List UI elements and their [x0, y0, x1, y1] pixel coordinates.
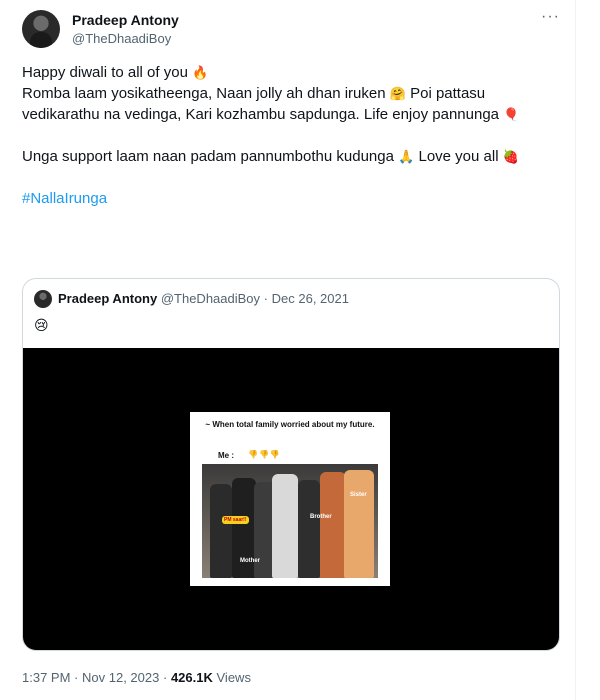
meme-image: ~ When total family worried about my fut…	[190, 412, 390, 586]
quoted-separator: ·	[263, 291, 268, 306]
hugging-face-emoji-icon: 🤗	[389, 86, 406, 101]
meme-scene: PM saar!! Brother Sister Mother	[202, 464, 378, 578]
tweet: Pradeep Antony @TheDhaadiBoy ··· Happy d…	[0, 0, 576, 700]
meme-label-sister: Sister	[350, 492, 367, 498]
meme-label-pm: PM saar!!	[222, 516, 249, 524]
footer-separator: ·	[74, 670, 79, 685]
tweet-text: Happy diwali to all of you 🔥 Romba laam …	[22, 62, 562, 209]
tweet-date[interactable]: Nov 12, 2023	[82, 670, 159, 685]
meme-label-brother: Brother	[310, 514, 332, 520]
balloon-emoji-icon: 🎈	[503, 107, 520, 122]
tweet-footer: 1:37 PM · Nov 12, 2023 · 426.1K Views	[22, 670, 251, 685]
tweet-line-3a: Unga support laam naan padam pannumbothu…	[22, 148, 394, 165]
author-name[interactable]: Pradeep Antony	[72, 12, 179, 28]
meme-caption: ~ When total family worried about my fut…	[205, 420, 375, 429]
footer-separator-2: ·	[162, 670, 168, 685]
hashtag-link[interactable]: #NallaIrunga	[22, 190, 107, 207]
views-label: Views	[216, 670, 251, 685]
meme-label-mother: Mother	[240, 558, 260, 564]
quoted-header: Pradeep Antony @TheDhaadiBoy · Dec 26, 2…	[58, 291, 349, 306]
tweet-time[interactable]: 1:37 PM	[22, 670, 70, 685]
quoted-date[interactable]: Dec 26, 2021	[272, 291, 349, 306]
quoted-author-handle[interactable]: @TheDhaadiBoy	[161, 291, 260, 306]
views-count[interactable]: 426.1K	[171, 670, 213, 685]
quoted-avatar[interactable]	[34, 290, 52, 308]
thumbs-down-icon: 👎👎👎	[248, 450, 281, 459]
author-handle[interactable]: @TheDhaadiBoy	[72, 31, 171, 46]
quoted-author-name[interactable]: Pradeep Antony	[58, 291, 157, 306]
crying-face-emoji-icon: 😢	[34, 317, 49, 333]
avatar[interactable]	[22, 10, 60, 48]
tweet-line-2a: Romba laam yosikatheenga, Naan jolly ah …	[22, 85, 386, 102]
meme-me-label: Me :	[218, 451, 234, 460]
tweet-line-1: Happy diwali to all of you	[22, 64, 188, 81]
tweet-line-3b: Love you all	[418, 148, 499, 165]
quoted-tweet[interactable]: Pradeep Antony @TheDhaadiBoy · Dec 26, 2…	[22, 278, 560, 651]
video-player[interactable]: ~ When total family worried about my fut…	[23, 348, 559, 650]
strawberry-emoji-icon: 🍓	[502, 149, 519, 164]
fire-emoji-icon: 🔥	[192, 65, 209, 80]
folded-hands-emoji-icon: 🙏	[398, 149, 415, 164]
more-options-icon[interactable]: ···	[541, 8, 560, 26]
